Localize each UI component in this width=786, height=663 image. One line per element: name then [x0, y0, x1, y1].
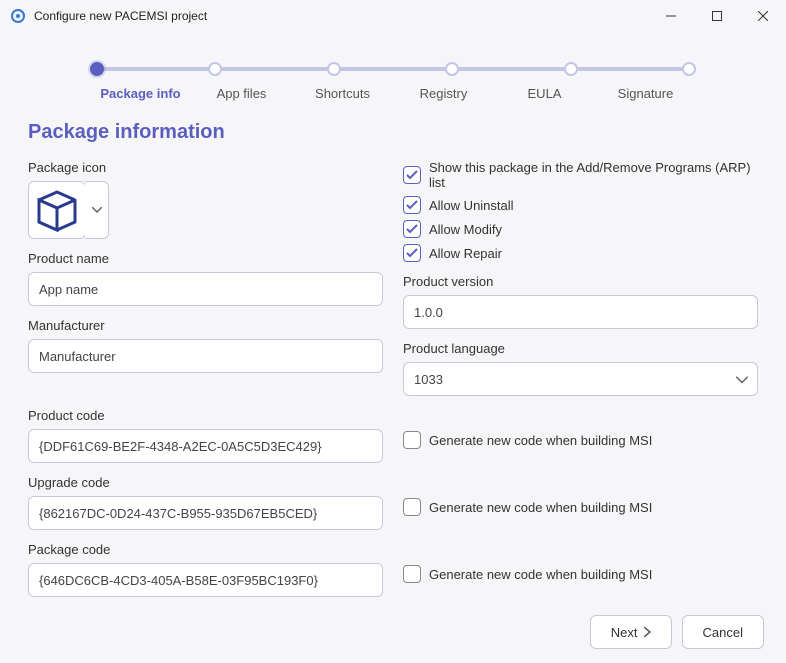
step-dot-eula[interactable] [564, 62, 578, 76]
step-label-app-files[interactable]: App files [191, 86, 292, 101]
maximize-button[interactable] [694, 0, 740, 32]
allow-uninstall-label: Allow Uninstall [429, 198, 514, 213]
product-language-label: Product language [403, 341, 758, 356]
allow-repair-label: Allow Repair [429, 246, 502, 261]
allow-repair-checkbox[interactable]: Allow Repair [403, 244, 758, 262]
gen-product-code-checkbox[interactable]: Generate new code when building MSI [403, 431, 758, 449]
app-icon [10, 8, 26, 24]
gen-upgrade-code-label: Generate new code when building MSI [429, 500, 652, 515]
allow-modify-label: Allow Modify [429, 222, 502, 237]
package-icon-label: Package icon [28, 160, 383, 175]
chevron-right-icon [644, 627, 651, 637]
box-icon [35, 188, 79, 232]
step-dot-signature[interactable] [682, 62, 696, 76]
step-label-eula[interactable]: EULA [494, 86, 595, 101]
gen-product-code-label: Generate new code when building MSI [429, 433, 652, 448]
step-label-signature[interactable]: Signature [595, 86, 696, 101]
package-code-field[interactable] [28, 563, 383, 597]
next-button[interactable]: Next [590, 615, 672, 649]
upgrade-code-field[interactable] [28, 496, 383, 530]
footer: Next Cancel [0, 601, 786, 663]
window-title: Configure new PACEMSI project [34, 9, 207, 23]
product-name-field[interactable] [28, 272, 383, 306]
package-icon-dropdown[interactable] [85, 181, 109, 239]
page-title: Package information [28, 121, 758, 144]
cancel-button[interactable]: Cancel [682, 615, 764, 649]
manufacturer-label: Manufacturer [28, 318, 383, 333]
gen-upgrade-code-checkbox[interactable]: Generate new code when building MSI [403, 498, 758, 516]
product-language-select[interactable] [403, 362, 758, 396]
package-icon-preview[interactable] [28, 181, 86, 239]
step-dot-registry[interactable] [445, 62, 459, 76]
step-dot-shortcuts[interactable] [327, 62, 341, 76]
product-version-field[interactable] [403, 295, 758, 329]
product-name-label: Product name [28, 251, 383, 266]
manufacturer-field[interactable] [28, 339, 383, 373]
upgrade-code-label: Upgrade code [28, 475, 383, 490]
step-dot-package-info[interactable] [90, 62, 104, 76]
package-code-label: Package code [28, 542, 383, 557]
close-button[interactable] [740, 0, 786, 32]
product-code-label: Product code [28, 408, 383, 423]
titlebar: Configure new PACEMSI project [0, 0, 786, 32]
step-label-package-info[interactable]: Package info [90, 86, 191, 101]
product-code-field[interactable] [28, 429, 383, 463]
cancel-button-label: Cancel [703, 625, 743, 640]
gen-package-code-checkbox[interactable]: Generate new code when building MSI [403, 565, 758, 583]
show-arp-checkbox[interactable]: Show this package in the Add/Remove Prog… [403, 160, 758, 190]
step-dot-app-files[interactable] [208, 62, 222, 76]
gen-package-code-label: Generate new code when building MSI [429, 567, 652, 582]
next-button-label: Next [611, 625, 638, 640]
chevron-down-icon [92, 207, 102, 213]
step-label-registry[interactable]: Registry [393, 86, 494, 101]
minimize-button[interactable] [648, 0, 694, 32]
step-label-shortcuts[interactable]: Shortcuts [292, 86, 393, 101]
allow-modify-checkbox[interactable]: Allow Modify [403, 220, 758, 238]
show-arp-label: Show this package in the Add/Remove Prog… [429, 160, 758, 190]
product-version-label: Product version [403, 274, 758, 289]
wizard-stepper: Package info App files Shortcuts Registr… [90, 62, 696, 101]
allow-uninstall-checkbox[interactable]: Allow Uninstall [403, 196, 758, 214]
